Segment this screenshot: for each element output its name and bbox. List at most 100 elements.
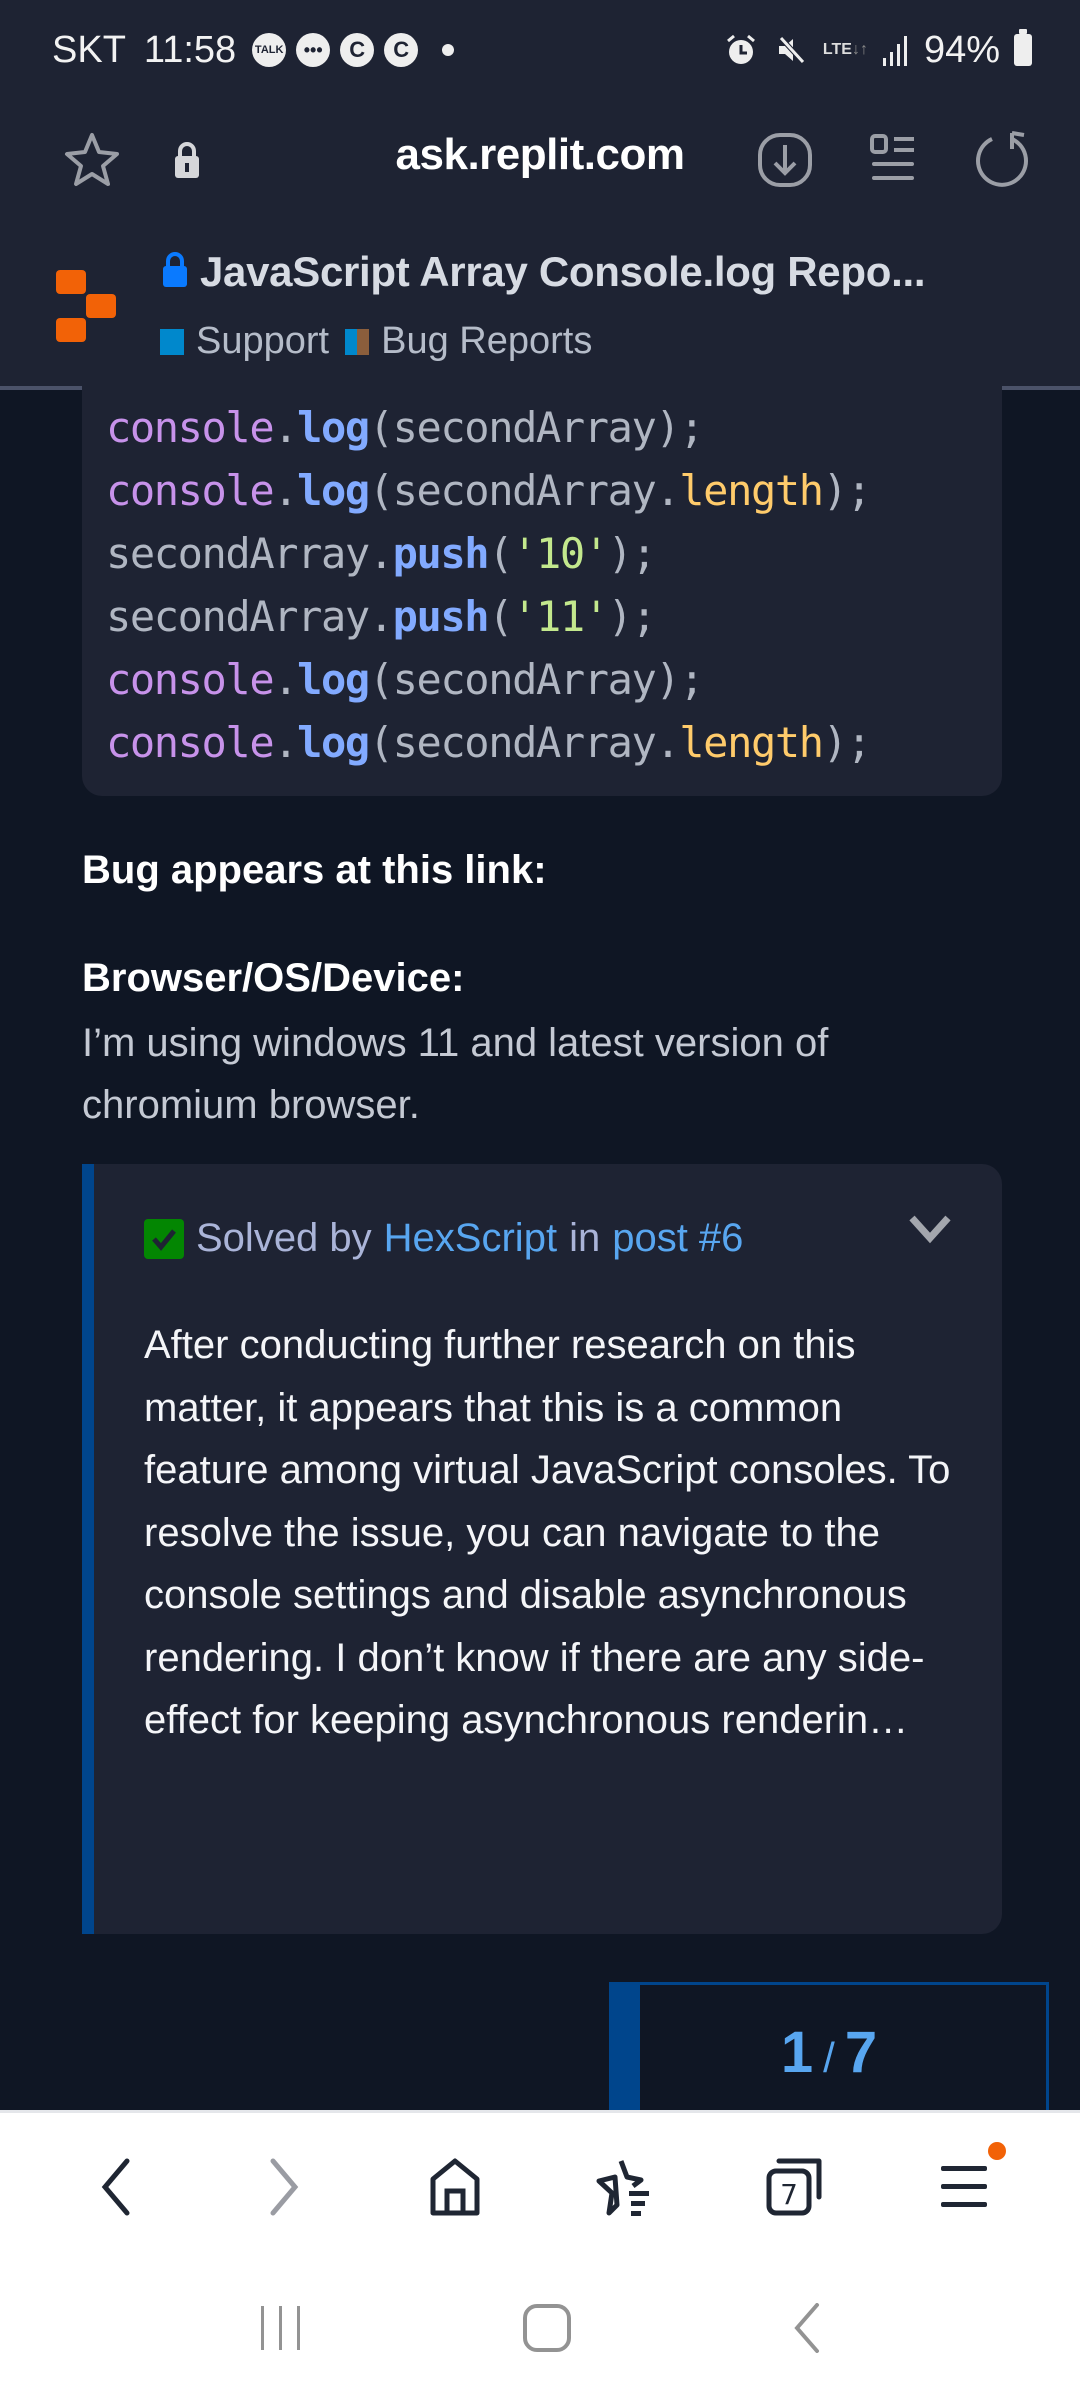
device-text: I’m using windows 11 and latest version … [82,1021,829,1127]
code-block: console.log(secondArray); console.log(sec… [82,384,1002,796]
code-token-prop: length [679,466,824,515]
chat-bubble-icon: ••• [296,33,331,67]
code-token: . [273,718,298,767]
code-token-fn: log [297,403,370,452]
code-token: ); [607,592,657,641]
code-line: console.log(secondArray); [106,396,1002,459]
reader-mode-button[interactable] [870,134,916,186]
tabs-button[interactable]: 7 [750,2142,840,2232]
post-link[interactable]: post #6 [612,1216,743,1261]
code-token-obj: console [106,403,275,452]
code-token: . [273,655,298,704]
notification-dot [988,2141,1006,2160]
battery-icon [1014,29,1032,66]
back-icon [101,2158,130,2215]
carrier: SKT [52,28,126,71]
category-support[interactable]: Support [160,320,329,363]
code-token-fn: push [392,529,490,578]
menu-button[interactable] [920,2141,1010,2232]
star-icon [65,133,119,186]
talk-icon: TALK [252,33,287,67]
timeline-counter: 1/7 [612,2019,1046,2086]
code-token: secondArray. [106,592,394,641]
back-system-button[interactable] [791,2302,821,2358]
solved-by-row: Solved by HexScript in post #6 [144,1216,743,1261]
back-system-icon [793,2302,819,2353]
code-token-fn: log [297,466,370,515]
forward-button[interactable] [240,2142,330,2232]
expand-solution-button[interactable] [908,1214,952,1249]
browser-bottom-bar: 7 [0,2110,1080,2260]
reload-button[interactable] [972,131,1030,189]
code-token: secondArray. [106,529,394,578]
category-color-badge [160,328,184,355]
bookmarks-icon [596,2159,649,2216]
code-line: console.log(secondArray); [106,648,1002,711]
code-token: (secondArray. [368,466,681,515]
breadcrumb: Support Bug Reports [160,320,592,363]
chevron-down-icon [909,1215,951,1244]
timeline-total: 7 [844,2020,878,2085]
forward-icon [270,2158,299,2215]
c-icon: C [340,33,375,67]
site-header: JavaScript Array Console.log Repo... Sup… [0,220,1080,390]
code-token: . [273,403,298,452]
code-token: ( [488,529,513,578]
in-label: in [569,1216,601,1260]
reload-icon [976,131,1028,187]
recent-apps-icon [261,2305,301,2350]
code-token-str: '11' [512,592,609,641]
code-token: ); [607,529,657,578]
svg-text:7: 7 [780,2178,798,2211]
code-line: secondArray.push('11'); [106,585,1002,648]
code-token: (secondArray. [368,718,681,767]
code-token-str: '10' [512,529,609,578]
lte-icon: LTE ↓↑ [822,41,868,58]
replit-logo[interactable] [56,270,118,346]
more-notifications-icon [442,44,455,56]
code-token: ); [822,718,872,767]
code-token-fn: log [297,718,370,767]
signal-icon [882,34,910,66]
bookmark-star-button[interactable] [62,130,122,190]
download-icon [758,133,812,187]
code-token-fn: push [392,592,490,641]
recent-apps-button[interactable] [259,2304,303,2357]
code-token-obj: console [106,718,275,767]
topic-title-row[interactable]: JavaScript Array Console.log Repo... [160,248,925,296]
tabs-icon: 7 [766,2158,822,2215]
home-icon [430,2158,480,2215]
browser-toolbar: ask.replit.com [0,100,1080,220]
code-line: console.log(secondArray.length); [106,711,1002,774]
author-link[interactable]: HexScript [384,1216,557,1261]
code-token-fn: log [297,655,370,704]
solution-excerpt[interactable]: After conducting further research on thi… [144,1314,964,1752]
topic-title[interactable]: JavaScript Array Console.log Repo... [200,248,925,296]
code-token: ); [822,466,872,515]
c-icon: C [384,33,419,67]
back-button[interactable] [70,2142,160,2232]
home-system-button[interactable] [522,2303,572,2358]
lock-icon[interactable] [172,140,202,180]
hamburger-menu-icon [941,2165,987,2207]
timeline-separator: / [823,2034,835,2081]
code-token-obj: console [106,655,275,704]
device-heading: Browser/OS/Device: [82,956,465,1000]
code-token-prop: length [679,718,824,767]
timeline-progress[interactable]: 1/7 [609,1982,1049,2122]
bookmarks-button[interactable] [580,2142,670,2232]
battery-percent: 94% [923,28,1000,71]
download-button[interactable] [756,131,814,189]
category-bug-reports[interactable]: Bug Reports [345,320,592,363]
code-token-obj: console [106,466,275,515]
system-navigation-bar [0,2260,1080,2400]
clock: 11:58 [143,28,237,71]
checkbox-checked-icon [144,1218,184,1259]
home-square-icon [522,2303,571,2352]
reader-mode-icon [870,134,914,180]
code-token: (secondArray); [368,655,705,704]
code-token: (secondArray); [368,403,705,452]
status-bar: SKT 11:58 TALK ••• C C LTE ↓↑ 94% [0,0,1080,100]
code-line: secondArray.push('10'); [106,522,1002,585]
home-button[interactable] [410,2142,500,2232]
